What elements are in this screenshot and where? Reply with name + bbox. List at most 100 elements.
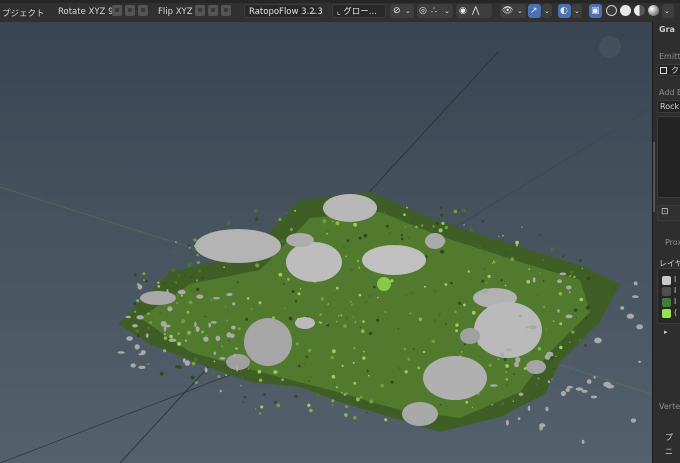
bottom-text-2: ニ bbox=[665, 447, 673, 456]
grass-blade bbox=[432, 225, 435, 228]
grass-blade bbox=[218, 347, 221, 350]
grass-blade bbox=[360, 329, 365, 334]
grass-blade bbox=[488, 363, 492, 367]
add-dropdown[interactable]: Rock bbox=[657, 100, 680, 113]
snap-button[interactable]: ◎ ∴ ⌄ bbox=[417, 4, 453, 18]
pebble bbox=[233, 353, 236, 359]
grass-blade bbox=[331, 404, 334, 406]
gizmo-dropdown[interactable]: ⌄ bbox=[542, 4, 552, 18]
panel-scrollbar[interactable] bbox=[653, 142, 655, 212]
grass-blade bbox=[439, 403, 442, 406]
pebble bbox=[236, 365, 239, 372]
pebble bbox=[160, 321, 167, 327]
grass-blade bbox=[246, 297, 250, 300]
grass-blade bbox=[410, 291, 415, 296]
rock bbox=[140, 291, 176, 305]
overlay-toggle[interactable]: ◐ bbox=[558, 4, 571, 18]
transform-orientation-dropdown[interactable]: ⌞ グロー... bbox=[332, 4, 386, 18]
expand-icon[interactable]: ▸ bbox=[664, 328, 668, 336]
grass-blade bbox=[196, 253, 199, 257]
grass-blade bbox=[362, 350, 365, 353]
grass-blade bbox=[133, 302, 137, 306]
grass-blade bbox=[163, 336, 168, 340]
grass-blade bbox=[571, 330, 575, 334]
grass-blade bbox=[299, 288, 302, 290]
grass-blade bbox=[484, 268, 486, 270]
shading-dropdown[interactable]: ⌄ bbox=[662, 4, 674, 18]
grass-blade bbox=[552, 320, 555, 323]
grass-blade bbox=[444, 283, 448, 286]
grass-blade bbox=[545, 328, 547, 330]
grass-blade bbox=[210, 299, 213, 302]
pivot-point-button[interactable]: ⊘ ⌄ bbox=[390, 4, 414, 18]
3d-viewport[interactable] bbox=[0, 22, 652, 463]
panel-tab-title[interactable]: Gra bbox=[659, 25, 675, 34]
rock bbox=[402, 402, 438, 426]
grass-blade bbox=[441, 221, 445, 225]
navigation-gizmo[interactable] bbox=[599, 36, 621, 58]
grass-blade bbox=[276, 403, 281, 408]
grass-blade bbox=[352, 361, 355, 364]
grass-blade bbox=[253, 400, 256, 404]
grass-blade bbox=[550, 247, 555, 252]
grass-blade bbox=[345, 255, 347, 258]
flip-xyz-button[interactable]: Flip XYZ bbox=[158, 7, 193, 17]
grass-blade bbox=[463, 224, 465, 226]
grass-blade bbox=[175, 241, 177, 243]
grass-blade bbox=[539, 272, 541, 274]
grass-blade bbox=[239, 384, 242, 387]
grass-blade bbox=[136, 334, 140, 338]
proportional-edit-button[interactable]: ◉ ⋀ bbox=[456, 4, 492, 18]
pivot-icon: ⊘ bbox=[393, 6, 401, 16]
flip-x-button[interactable] bbox=[195, 5, 205, 16]
grass-blade bbox=[390, 279, 394, 283]
layer-name: ( bbox=[674, 308, 678, 317]
flip-y-button[interactable] bbox=[208, 5, 218, 16]
grass-blade bbox=[307, 348, 312, 353]
pebble bbox=[544, 354, 551, 360]
pebble bbox=[560, 390, 567, 397]
solid-shading-icon[interactable] bbox=[620, 5, 631, 16]
view-object-types-button[interactable]: 👁 ⌄ bbox=[500, 4, 526, 18]
rotate-x-button[interactable] bbox=[112, 5, 122, 16]
gizmo-toggle[interactable]: ↗ bbox=[528, 4, 541, 18]
rotate-y-button[interactable] bbox=[125, 5, 135, 16]
addon-version-dropdown[interactable]: RatopoFlow 3.2.3 ⌄ bbox=[244, 4, 323, 18]
grass-blade bbox=[318, 321, 321, 324]
xray-toggle[interactable]: ▣ bbox=[589, 4, 602, 18]
grass-blade bbox=[461, 351, 463, 353]
pebble bbox=[481, 288, 489, 295]
wire-shading-icon[interactable] bbox=[606, 5, 617, 16]
grass-blade bbox=[195, 381, 198, 385]
grass-blade bbox=[569, 275, 572, 277]
pebble bbox=[528, 325, 537, 330]
rotate-xyz-button[interactable]: Rotate XYZ 90 bbox=[58, 7, 119, 17]
emitter-field[interactable]: ク bbox=[657, 64, 680, 76]
grass-blade bbox=[286, 212, 288, 214]
grass-blade bbox=[169, 334, 173, 339]
pebble bbox=[132, 324, 138, 328]
layer-color-swatch[interactable] bbox=[662, 287, 671, 296]
layer-color-swatch[interactable] bbox=[662, 276, 671, 285]
grass-blade bbox=[355, 397, 360, 402]
layer-color-swatch[interactable] bbox=[662, 298, 671, 307]
object-menu[interactable]: プジェクト bbox=[2, 7, 45, 19]
pebble bbox=[212, 297, 221, 300]
panel-button[interactable]: ⊡ bbox=[657, 205, 680, 221]
pebble bbox=[606, 384, 615, 389]
emitter-value: ク bbox=[671, 66, 679, 75]
grass-blade bbox=[584, 344, 587, 347]
grass-blade bbox=[175, 365, 179, 369]
grass-blade bbox=[581, 267, 584, 270]
rotate-z-button[interactable] bbox=[138, 5, 148, 16]
layer-color-swatch[interactable] bbox=[662, 309, 671, 318]
pebble bbox=[586, 379, 592, 384]
grass-blade bbox=[353, 346, 356, 350]
grass-blade bbox=[342, 244, 346, 249]
overlay-dropdown[interactable]: ⌄ bbox=[572, 4, 582, 18]
pebble bbox=[145, 333, 149, 338]
flip-z-button[interactable] bbox=[221, 5, 231, 16]
render-shading-icon[interactable] bbox=[648, 5, 659, 16]
material-shading-icon[interactable] bbox=[634, 5, 645, 16]
pebble bbox=[194, 321, 197, 328]
